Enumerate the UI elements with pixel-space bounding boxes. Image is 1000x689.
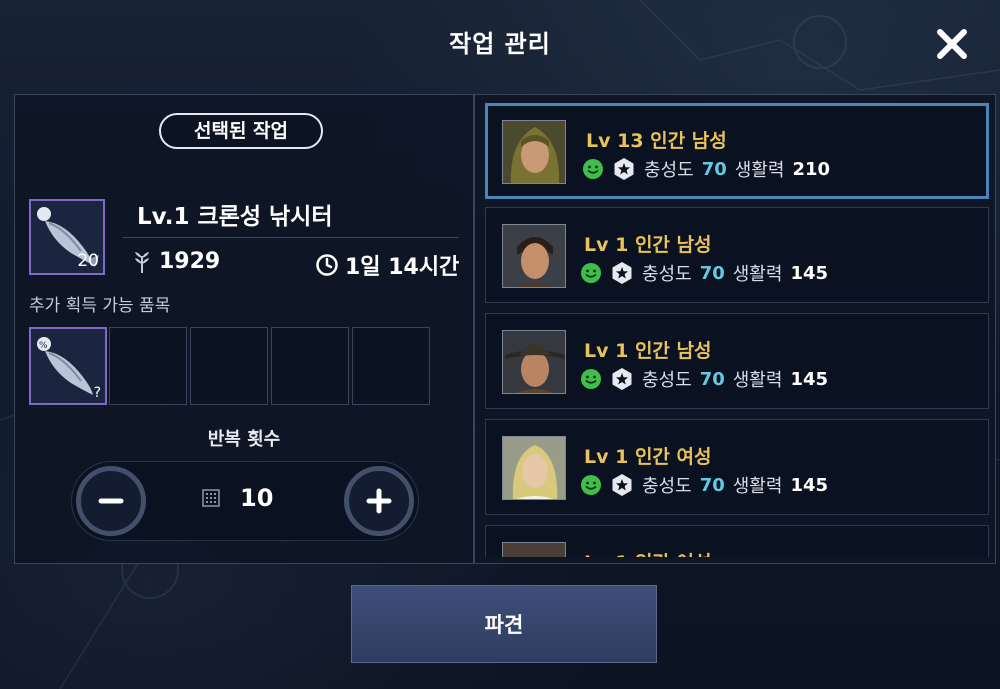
extra-item-slot-3[interactable] [190,327,268,405]
vitality-label: 생활력 [732,370,783,391]
worker-card[interactable]: Lv 1 인간 남성 충성도 70 생활력 145 [485,207,989,303]
loyalty-value: 70 [701,158,727,180]
worker-portrait [502,330,566,394]
worker-list: Lv 13 인간 남성 충성도 70 생활력 210 Lv 1 인간 남성 충성… [479,95,995,557]
worker-card[interactable]: Lv 13 인간 남성 충성도 70 생활력 210 [485,103,989,199]
worker-title: Lv 1 인간 여성 [584,548,711,557]
loyalty-value: 70 [699,262,725,284]
smile-icon [581,369,601,389]
smile-icon [581,263,601,283]
worker-portrait [502,542,566,557]
worker-avatar-icon [503,331,565,393]
decrease-button[interactable] [76,466,146,536]
repeat-count-display: 10 [202,484,273,512]
worker-title: Lv 13 인간 남성 [586,130,727,152]
harvest-value: 1929 [159,249,221,274]
worker-card[interactable]: Lv 1 인간 여성 [485,525,989,557]
smile-icon [583,159,603,179]
extra-item-slot-4[interactable] [271,327,349,405]
loyalty-label: 충성도 [642,476,692,497]
task-item-slot[interactable]: 20 [29,199,105,275]
vitality-value: 145 [790,262,829,284]
vitality-value: 210 [792,158,831,180]
duration-value: 1일 14시간 [345,255,460,280]
dispatch-button[interactable]: 파견 [351,585,657,663]
selected-task-badge: 선택된 작업 [159,113,323,149]
worker-title: Lv 1 인간 남성 [584,340,712,362]
worker-portrait [502,436,566,500]
close-icon [937,29,967,59]
duration-stat: 1일 14시간 [315,249,459,281]
worker-card[interactable]: Lv 1 인간 남성 충성도 70 생활력 145 [485,313,989,409]
svg-text:%: % [39,341,48,351]
extra-items-label: 추가 획득 가능 품목 [29,296,171,316]
task-name: Lv.1 크론성 낚시터 [137,204,333,230]
worker-card[interactable]: Lv 1 인간 여성 충성도 70 생활력 145 [485,419,989,515]
minus-icon [98,498,124,504]
smile-icon [581,475,601,495]
worker-portrait [502,120,566,184]
vitality-value: 145 [790,474,829,496]
worker-title: Lv 1 인간 여성 [584,446,712,468]
loyalty-value: 70 [699,368,725,390]
repeat-count-label: 반복 횟수 [207,429,281,450]
vitality-label: 생활력 [732,476,783,497]
worker-avatar-icon [503,437,565,499]
repeat-count-value[interactable]: 10 [240,484,273,512]
loyalty-label: 충성도 [644,160,694,181]
pane-divider [473,95,475,563]
worker-avatar-icon [503,225,565,287]
repeat-count-stepper: 10 [71,461,419,541]
worker-stats: 충성도 70 생활력 145 [580,366,828,392]
selected-task-pane: 선택된 작업 20 Lv.1 크론성 낚시터 1929 1일 14시간 추가 획… [15,95,473,563]
extra-item-slot-1[interactable]: % ? [29,327,107,405]
increase-button[interactable] [344,466,414,536]
loyalty-label: 충성도 [642,264,692,285]
worker-avatar-icon [503,543,565,557]
work-management-panel: 선택된 작업 20 Lv.1 크론성 낚시터 1929 1일 14시간 추가 획… [14,94,996,564]
plus-icon [366,488,392,514]
worker-stats: 충성도 70 생활력 145 [580,472,828,498]
worker-title: Lv 1 인간 남성 [584,234,712,256]
loyalty-label: 충성도 [642,370,692,391]
vitality-value: 145 [790,368,829,390]
harvest-stat: 1929 [131,249,220,274]
star-badge-icon [612,474,632,496]
calculator-icon [202,489,220,507]
task-item-quantity: 20 [77,251,99,271]
worker-stats: 충성도 70 생활력 145 [580,260,828,286]
vitality-label: 생활력 [734,160,785,181]
vitality-label: 생활력 [732,264,783,285]
star-badge-icon [612,262,632,284]
close-button[interactable] [934,26,970,62]
extra-item-slot-2[interactable] [109,327,187,405]
loyalty-value: 70 [699,474,725,496]
star-badge-icon [612,368,632,390]
dialog-title: 작업 관리 [449,30,551,58]
worker-portrait [502,224,566,288]
harvest-icon [135,251,149,273]
task-divider [123,237,459,238]
clock-icon [316,254,338,276]
star-badge-icon [614,158,634,180]
worker-stats: 충성도 70 생활력 210 [582,156,830,182]
extra-item-slot-5[interactable] [352,327,430,405]
worker-avatar-icon [503,121,565,183]
unknown-quantity-mark: ? [93,385,101,401]
